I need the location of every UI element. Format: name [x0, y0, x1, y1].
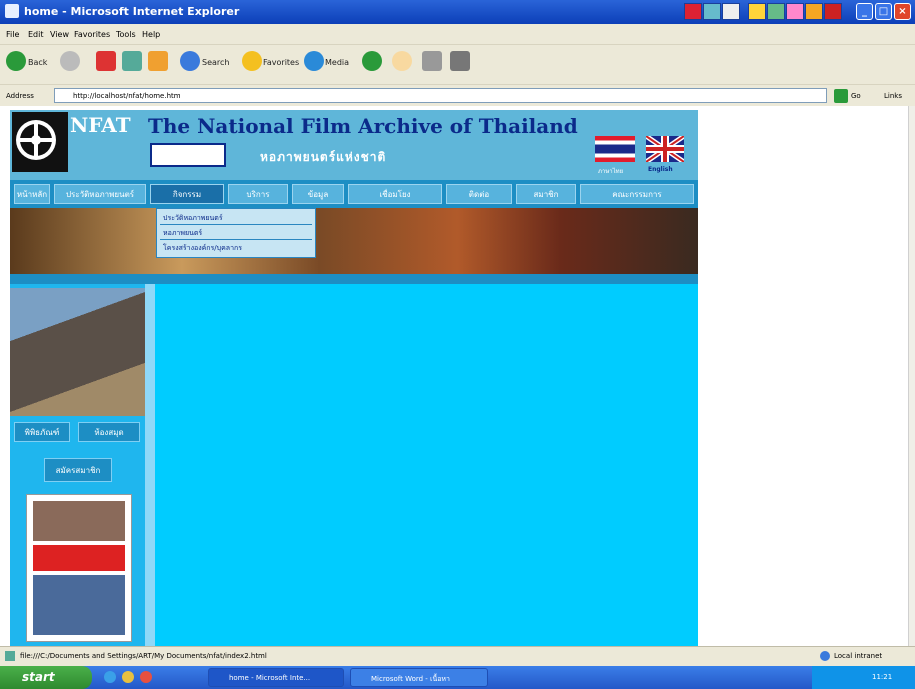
close-button[interactable]: × — [894, 3, 911, 20]
back-icon[interactable] — [6, 51, 26, 71]
lang-english-link[interactable]: English — [648, 166, 673, 173]
tray-icon[interactable] — [767, 3, 785, 20]
start-label: start — [22, 670, 55, 684]
menu-view[interactable]: View — [50, 30, 69, 39]
magazine-poster[interactable] — [26, 494, 132, 642]
favorites-icon[interactable] — [242, 51, 262, 71]
film-reel-icon — [16, 120, 56, 160]
status-text: file:///C:/Documents and Settings/ART/My… — [20, 652, 267, 660]
mail-icon[interactable] — [392, 51, 412, 71]
forward-icon[interactable] — [60, 51, 80, 71]
nav-contact[interactable]: ติดต่อ — [446, 184, 512, 204]
thai-flag-icon[interactable] — [595, 136, 635, 162]
building-photo — [10, 288, 145, 416]
tray-icon[interactable] — [805, 3, 823, 20]
lang-thai-link[interactable]: ภาษาไทย — [598, 166, 623, 176]
back-label[interactable]: Back — [28, 58, 47, 67]
media-icon[interactable] — [304, 51, 324, 71]
maximize-button[interactable]: □ — [875, 3, 892, 20]
union-jack-icon — [644, 133, 686, 165]
nav-info[interactable]: ข้อมูล — [292, 184, 344, 204]
quicklaunch-icon[interactable] — [122, 671, 134, 683]
tray-icon[interactable] — [786, 3, 804, 20]
zone-text: Local intranet — [834, 652, 883, 660]
address-label: Address — [6, 92, 34, 100]
dropdown-item[interactable]: หอภาพยนตร์ — [160, 226, 312, 240]
search-label[interactable]: Search — [202, 58, 229, 67]
tray-icon[interactable] — [703, 3, 721, 20]
clock: 11:21 — [872, 673, 893, 681]
status-bar: file:///C:/Documents and Settings/ART/My… — [0, 646, 915, 666]
nav-members[interactable]: สมาชิก — [516, 184, 576, 204]
taskbar-ie-window[interactable]: home - Microsoft Inte... — [208, 668, 344, 687]
nav-activities[interactable]: กิจกรรม — [150, 184, 224, 204]
vertical-scrollbar[interactable] — [908, 106, 915, 646]
menu-edit[interactable]: Edit — [28, 30, 44, 39]
toolbar: Back Search Favorites Media — [0, 44, 915, 84]
museum-button[interactable]: พิพิธภัณฑ์ — [14, 422, 70, 442]
links-button[interactable]: Links — [884, 92, 902, 100]
stop-icon[interactable] — [96, 51, 116, 71]
left-column-edge — [145, 284, 155, 646]
site-banner: NFAT The National Film Archive of Thaila… — [10, 110, 698, 180]
search-icon[interactable] — [180, 51, 200, 71]
nav-board[interactable]: คณะกรรมการ — [580, 184, 694, 204]
poster-image — [33, 501, 125, 541]
title-bar: home - Microsoft Internet Explorer _ □ × — [0, 0, 915, 24]
nav-home[interactable]: หน้าหลัก — [14, 184, 50, 204]
tray-icon[interactable] — [824, 3, 842, 20]
main-nav: หน้าหลัก ประวัติหอภาพยนตร์ กิจกรรม บริกา… — [10, 180, 698, 208]
site-title: The National Film Archive of Thailand — [148, 114, 578, 138]
poster-heading — [33, 545, 125, 571]
nav-history[interactable]: ประวัติหอภาพยนตร์ — [54, 184, 146, 204]
nav-dropdown: ประวัติหอภาพยนตร์ หอภาพยนตร์ โครงสร้างอง… — [156, 208, 316, 258]
minimize-button[interactable]: _ — [856, 3, 873, 20]
go-button[interactable]: Go — [851, 92, 861, 100]
taskbar: start home - Microsoft Inte... Microsoft… — [0, 666, 915, 689]
dropdown-item[interactable]: โครงสร้างองค์กร/บุคลากร — [160, 241, 312, 255]
quicklaunch-icon[interactable] — [140, 671, 152, 683]
address-bar: Address http://localhost/nfat/home.htm G… — [0, 84, 915, 106]
divider-bar — [10, 274, 698, 284]
refresh-icon[interactable] — [122, 51, 142, 71]
logo-text: NFAT — [70, 113, 131, 137]
nfat-logo[interactable] — [12, 112, 68, 172]
address-input[interactable]: http://localhost/nfat/home.htm — [54, 88, 827, 103]
window-title: home - Microsoft Internet Explorer — [24, 5, 240, 18]
uk-flag-icon[interactable] — [644, 133, 686, 165]
nav-links[interactable]: เชื่อมโยง — [348, 184, 442, 204]
go-icon[interactable] — [834, 89, 848, 103]
dropdown-item[interactable]: ประวัติหอภาพยนตร์ — [160, 211, 312, 225]
menu-tools[interactable]: Tools — [116, 30, 136, 39]
edit-icon[interactable] — [450, 51, 470, 71]
tray-icon[interactable] — [722, 3, 740, 20]
address-url: http://localhost/nfat/home.htm — [73, 92, 181, 100]
poster-image — [33, 575, 125, 635]
library-button[interactable]: ห้องสมุด — [78, 422, 140, 442]
menu-file[interactable]: File — [6, 30, 19, 39]
quicklaunch-ie-icon[interactable] — [104, 671, 116, 683]
media-label[interactable]: Media — [325, 58, 349, 67]
photo-strip — [10, 208, 698, 274]
intranet-icon — [820, 651, 830, 661]
nav-services[interactable]: บริการ — [228, 184, 288, 204]
membership-button[interactable]: สมัครสมาชิก — [44, 458, 112, 482]
main-content — [155, 284, 698, 646]
system-tray: 11:21 — [812, 666, 915, 689]
tray-icon[interactable] — [684, 3, 702, 20]
start-button[interactable]: start — [0, 666, 92, 689]
menu-bar: File Edit View Favorites Tools Help — [0, 24, 915, 44]
history-icon[interactable] — [362, 51, 382, 71]
favorites-label[interactable]: Favorites — [263, 58, 299, 67]
home-icon[interactable] — [148, 51, 168, 71]
taskbar-word-window[interactable]: Microsoft Word - เนื้อหา — [350, 668, 488, 687]
fiaf-logo — [150, 143, 226, 167]
tray-icon[interactable] — [748, 3, 766, 20]
page-icon — [5, 651, 15, 661]
menu-help[interactable]: Help — [142, 30, 160, 39]
menu-favorites[interactable]: Favorites — [74, 30, 110, 39]
print-icon[interactable] — [422, 51, 442, 71]
thai-title: หอภาพยนตร์แห่งชาติ — [260, 150, 387, 164]
ie-icon — [5, 4, 19, 18]
